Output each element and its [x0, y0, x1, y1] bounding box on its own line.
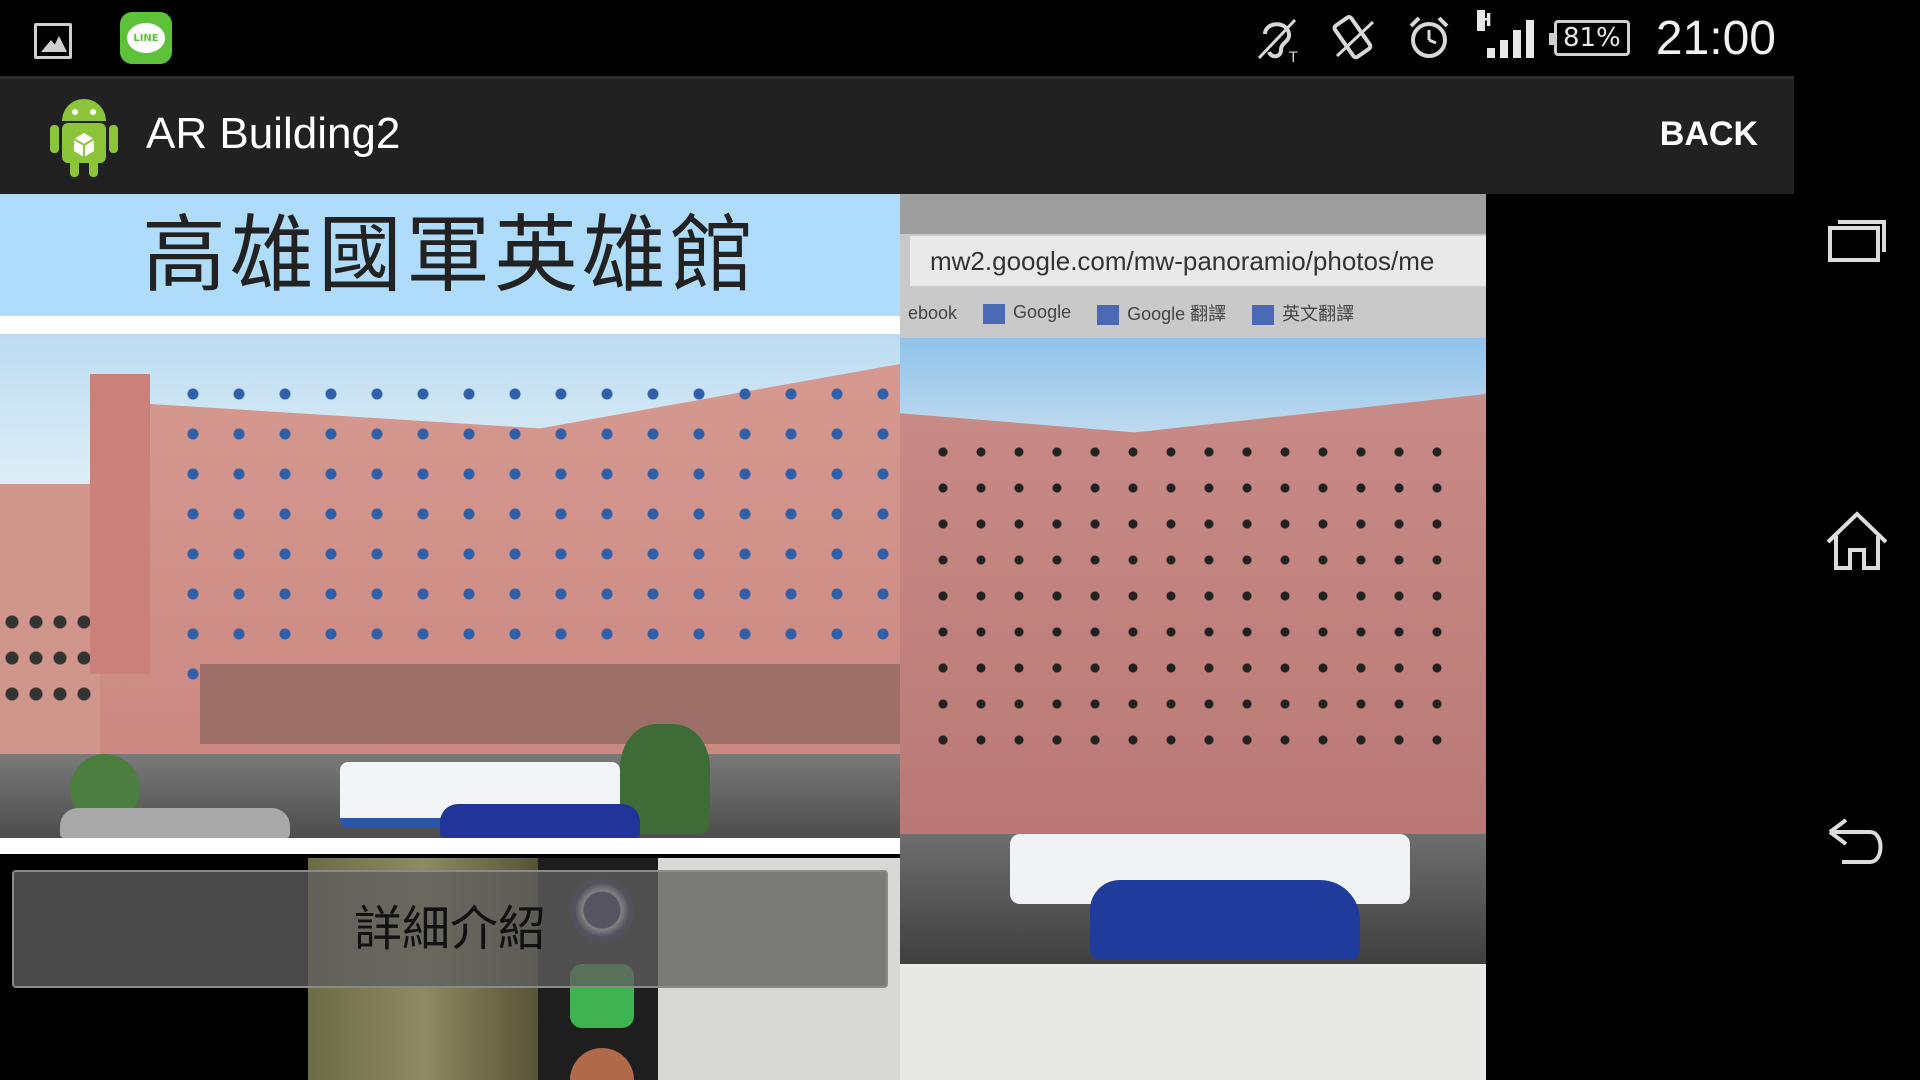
android-robot-icon [50, 99, 118, 177]
notification-icons: LINE [34, 12, 172, 64]
app-title: AR Building2 [146, 109, 401, 158]
navigation-bar [1794, 0, 1920, 1080]
network-type: H [1476, 10, 1492, 31]
building-info-card: 高雄國軍英雄館 [0, 194, 900, 854]
gallery-icon [34, 23, 72, 59]
google-icon [983, 303, 1006, 324]
photo-tower [90, 374, 150, 674]
camera-browser-tab [900, 194, 1486, 234]
home-icon[interactable] [1824, 508, 1890, 574]
recent-apps-icon[interactable] [1824, 208, 1890, 274]
photo-car [440, 804, 640, 838]
building-photo [0, 334, 900, 838]
bookmark-label: Google [1013, 302, 1072, 323]
status-bar: LINE T H 81% 21:00 [0, 0, 1794, 76]
bookmark-item: Google 翻譯 [1097, 300, 1226, 326]
hearing-aid-icon: T [1249, 12, 1305, 64]
camera-building-windows [924, 434, 1464, 754]
bookmark-item: ebook [908, 302, 958, 323]
camera-url-text: mw2.google.com/mw-panoramio/photos/me [910, 236, 1486, 286]
photo-entrance [200, 664, 900, 744]
photo-windows [170, 374, 890, 704]
svg-text:T: T [1288, 50, 1298, 64]
camera-preview: mw2.google.com/mw-panoramio/photos/me eb… [900, 194, 1486, 1080]
details-button[interactable]: 詳細介紹 [12, 870, 888, 988]
photo-car [60, 808, 290, 838]
camera-paper [900, 964, 1486, 1080]
vibrate-icon [1325, 12, 1381, 64]
camera-car [1090, 880, 1360, 960]
back-button[interactable]: BACK [1660, 115, 1758, 154]
clock: 21:00 [1655, 11, 1776, 65]
battery-icon: 81% [1548, 20, 1630, 56]
camera-browser-bar: mw2.google.com/mw-panoramio/photos/me eb… [900, 194, 1486, 342]
signal-icon: H [1476, 10, 1534, 58]
action-bar: AR Building2 BACK [0, 76, 1794, 194]
folder-icon [1252, 305, 1275, 326]
line-app-icon: LINE [120, 12, 172, 64]
system-icons: T H 81% 21:00 [1249, 0, 1776, 76]
camera-bookmarks: ebook Google Google 翻譯 英文翻譯 [900, 288, 1486, 338]
line-label: LINE [127, 23, 165, 53]
content-area: mw2.google.com/mw-panoramio/photos/me eb… [0, 194, 1794, 1080]
bookmark-label: 英文翻譯 [1282, 304, 1355, 324]
bookmark-label: Google 翻譯 [1127, 304, 1227, 324]
battery-level: 81% [1562, 23, 1621, 53]
back-icon[interactable] [1824, 808, 1890, 874]
building-name: 高雄國軍英雄館 [0, 194, 900, 316]
google-translate-icon [1097, 305, 1120, 326]
bookmark-item: Google [983, 302, 1072, 324]
bookmark-item: 英文翻譯 [1252, 300, 1354, 326]
alarm-icon [1401, 12, 1457, 64]
